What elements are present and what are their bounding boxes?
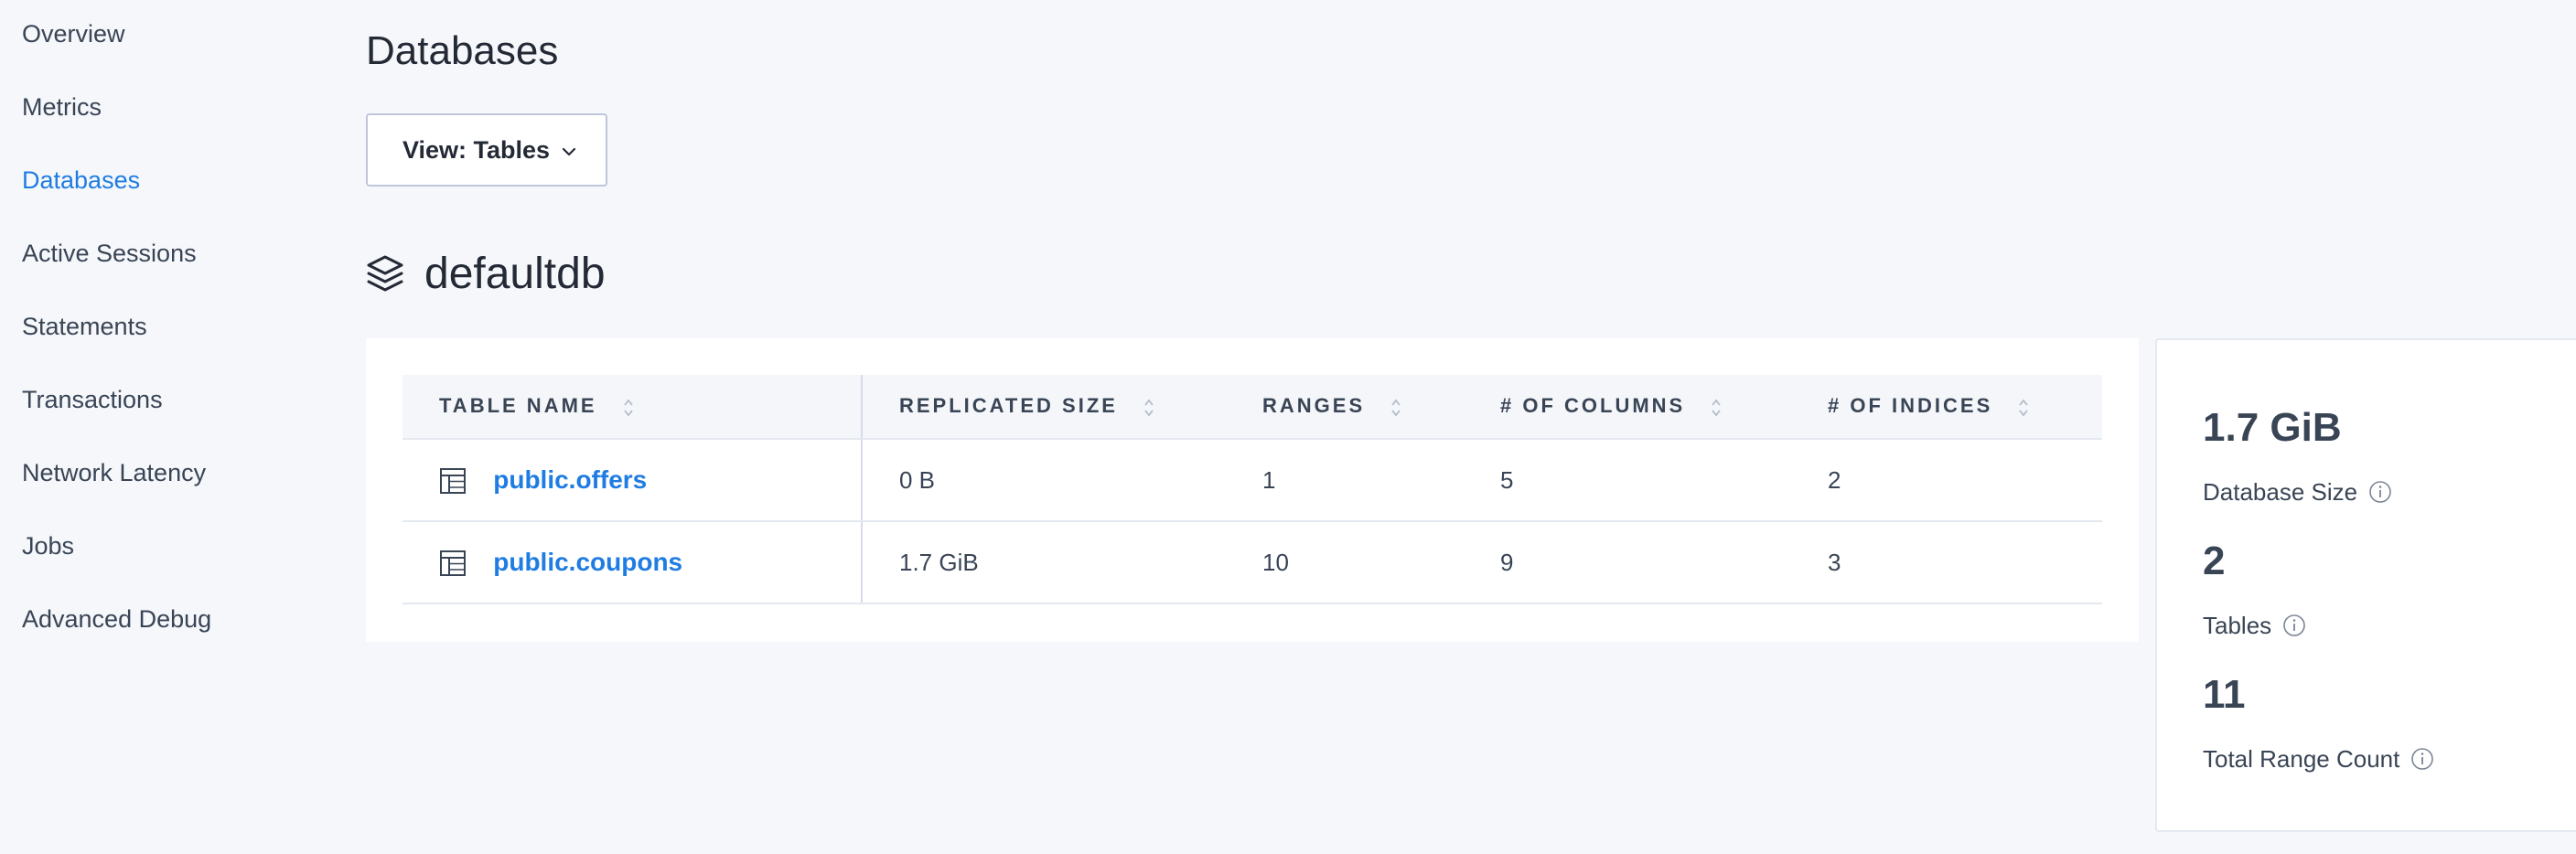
table-link[interactable]: public.offers — [493, 466, 647, 495]
range-count-label: Total Range Count — [2203, 744, 2434, 774]
range-count-value: 11 — [2203, 672, 2246, 717]
info-icon[interactable] — [2282, 614, 2306, 637]
stat-label-text: Database Size — [2203, 478, 2358, 506]
stat-label-text: Tables — [2203, 612, 2272, 639]
tables-count-label: Tables — [2203, 611, 2306, 640]
sidebar-item-overview[interactable]: Overview — [22, 18, 125, 49]
table-row: public.offers 0 B 1 5 2 — [402, 439, 2102, 522]
sort-icon — [1391, 399, 1401, 417]
cell-table-name: public.offers — [402, 439, 863, 522]
column-header-label: TABLE NAME — [439, 394, 597, 418]
sidebar-item-transactions[interactable]: Transactions — [22, 384, 163, 415]
cell-replicated-size: 0 B — [862, 439, 1226, 522]
column-header-label: RANGES — [1262, 394, 1366, 418]
sidebar-item-jobs[interactable]: Jobs — [22, 530, 74, 561]
databases-page: Overview Metrics Databases Active Sessio… — [0, 0, 2576, 854]
column-header-label: # OF INDICES — [1828, 394, 1993, 418]
database-size-value: 1.7 GiB — [2203, 405, 2342, 450]
cell-num-indices: 3 — [1791, 521, 2102, 604]
sidebar-item-active-sessions[interactable]: Active Sessions — [22, 238, 197, 269]
column-header-replicated-size[interactable]: REPLICATED SIZE — [862, 375, 1226, 440]
sidebar-item-statements[interactable]: Statements — [22, 311, 147, 342]
column-header-table-name[interactable]: TABLE NAME — [402, 375, 863, 440]
sort-icon — [2019, 399, 2029, 417]
column-header-ranges[interactable]: RANGES — [1226, 375, 1464, 440]
sort-icon — [1712, 399, 1722, 417]
database-name: defaultdb — [424, 250, 606, 298]
view-dropdown-label: View: Tables — [402, 135, 551, 164]
tables-table: TABLE NAME REPLICATED SIZE RANGES # OF C… — [402, 375, 2102, 604]
column-header-num-columns[interactable]: # OF COLUMNS — [1464, 375, 1791, 440]
info-icon[interactable] — [2368, 480, 2392, 504]
database-size-label: Database Size — [2203, 477, 2392, 507]
table-row: public.coupons 1.7 GiB 10 9 3 — [402, 521, 2102, 604]
cell-num-columns: 5 — [1464, 439, 1791, 522]
database-header: defaultdb — [366, 247, 606, 302]
sidebar-item-advanced-debug[interactable]: Advanced Debug — [22, 603, 211, 635]
info-icon[interactable] — [2410, 747, 2434, 771]
stat-label-text: Total Range Count — [2203, 745, 2400, 773]
cell-table-name: public.coupons — [402, 521, 863, 604]
cell-replicated-size: 1.7 GiB — [862, 521, 1226, 604]
sort-icon — [1144, 399, 1154, 417]
chevron-down-icon — [562, 147, 576, 156]
sidebar-item-databases[interactable]: Databases — [22, 165, 140, 196]
page-title: Databases — [366, 28, 559, 73]
tables-panel: TABLE NAME REPLICATED SIZE RANGES # OF C… — [366, 338, 2139, 642]
sidebar-item-metrics[interactable]: Metrics — [22, 91, 102, 123]
table-link[interactable]: public.coupons — [493, 549, 682, 577]
sidebar-nav: Overview Metrics Databases Active Sessio… — [0, 0, 348, 854]
sort-icon — [624, 399, 633, 417]
sidebar-item-network-latency[interactable]: Network Latency — [22, 457, 206, 488]
column-header-label: # OF COLUMNS — [1500, 394, 1686, 418]
column-header-num-indices[interactable]: # OF INDICES — [1791, 375, 2102, 440]
database-summary-card: 1.7 GiB Database Size 2 Tables 11 Total … — [2155, 338, 2576, 832]
view-dropdown[interactable]: View: Tables — [366, 113, 607, 187]
table-header-row: TABLE NAME REPLICATED SIZE RANGES # OF C… — [402, 375, 2102, 440]
cell-ranges: 10 — [1226, 521, 1464, 604]
table-icon — [440, 467, 466, 494]
column-header-label: REPLICATED SIZE — [899, 394, 1118, 418]
cell-num-columns: 9 — [1464, 521, 1791, 604]
cell-ranges: 1 — [1226, 439, 1464, 522]
stack-icon — [367, 255, 403, 292]
tables-count-value: 2 — [2203, 539, 2226, 583]
table-icon — [440, 550, 466, 576]
cell-num-indices: 2 — [1791, 439, 2102, 522]
